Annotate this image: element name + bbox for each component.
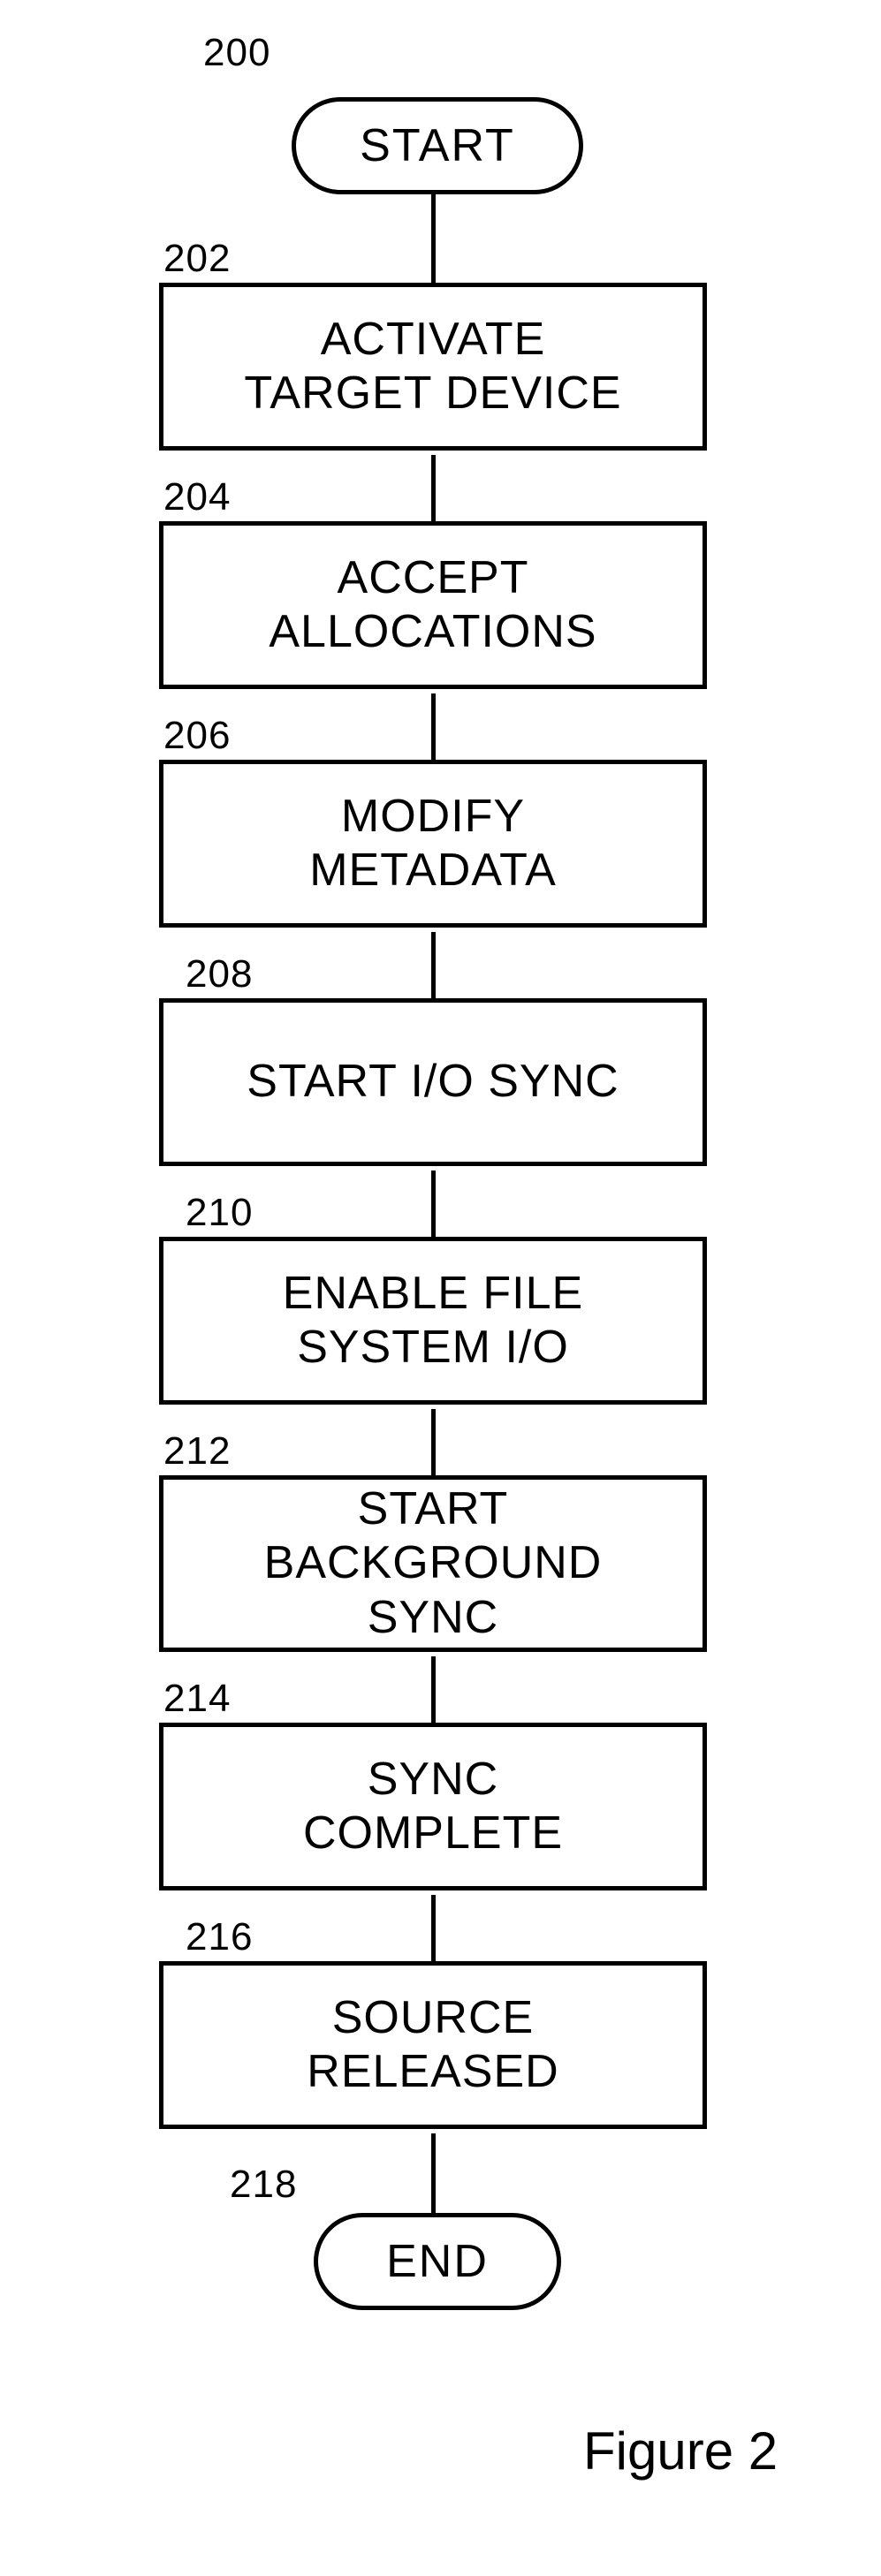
label-activate: ACTIVATE TARGET DEVICE xyxy=(244,313,621,421)
box-startio: START I/O SYNC xyxy=(159,998,707,1166)
flowchart: 200 202 204 206 208 210 212 214 216 218 … xyxy=(0,0,881,2576)
box-activate: ACTIVATE TARGET DEVICE xyxy=(159,283,707,451)
edge-start-activate xyxy=(431,190,436,283)
figure-caption: Figure 2 xyxy=(583,2421,778,2481)
box-modify: MODIFY METADATA xyxy=(159,760,707,928)
edge-accept-modify xyxy=(431,693,436,760)
ref-218: 218 xyxy=(230,2163,297,2207)
edge-activate-accept xyxy=(431,455,436,521)
edge-startio-enablefs xyxy=(431,1171,436,1237)
box-accept: ACCEPT ALLOCATIONS xyxy=(159,521,707,689)
label-synccomplete: SYNC COMPLETE xyxy=(303,1753,563,1861)
edge-modify-startio xyxy=(431,932,436,998)
edge-synccomplete-released xyxy=(431,1895,436,1961)
edge-enablefs-startbg xyxy=(431,1409,436,1475)
ref-214: 214 xyxy=(163,1677,231,1721)
ref-208: 208 xyxy=(186,952,253,996)
label-released: SOURCE RELEASED xyxy=(307,1991,558,2100)
box-released: SOURCE RELEASED xyxy=(159,1961,707,2129)
box-enablefs: ENABLE FILE SYSTEM I/O xyxy=(159,1237,707,1405)
start-label: START xyxy=(360,119,515,172)
label-accept: ACCEPT ALLOCATIONS xyxy=(269,551,596,660)
ref-202: 202 xyxy=(163,237,231,281)
edge-startbg-synccomplete xyxy=(431,1656,436,1723)
label-modify: MODIFY METADATA xyxy=(309,790,557,898)
ref-204: 204 xyxy=(163,475,231,519)
ref-206: 206 xyxy=(163,714,231,758)
ref-210: 210 xyxy=(186,1191,253,1235)
edge-released-end xyxy=(431,2133,436,2213)
box-startbg: START BACKGROUND SYNC xyxy=(159,1475,707,1652)
start-terminator: START xyxy=(292,97,583,194)
end-terminator: END xyxy=(314,2213,561,2310)
ref-212: 212 xyxy=(163,1429,231,1474)
end-label: END xyxy=(386,2235,489,2288)
ref-200: 200 xyxy=(203,31,270,75)
ref-216: 216 xyxy=(186,1915,253,1959)
label-startbg: START BACKGROUND SYNC xyxy=(264,1482,603,1645)
box-synccomplete: SYNC COMPLETE xyxy=(159,1723,707,1890)
label-startio: START I/O SYNC xyxy=(247,1055,619,1109)
label-enablefs: ENABLE FILE SYSTEM I/O xyxy=(283,1267,583,1375)
